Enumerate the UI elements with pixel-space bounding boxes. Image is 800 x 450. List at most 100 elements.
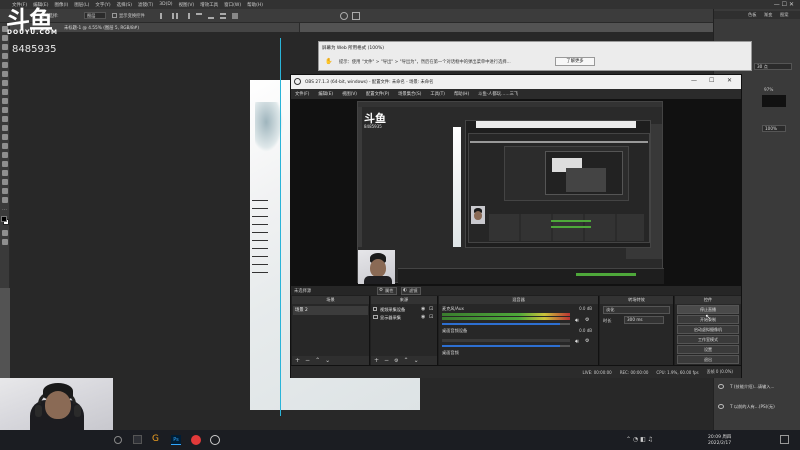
close-icon[interactable]: ✕ [727, 77, 732, 84]
menu-plugins[interactable]: 增效工具 [200, 2, 218, 8]
task-view-icon[interactable] [133, 435, 142, 444]
app-taskbar-icon[interactable] [191, 435, 201, 445]
remove-icon[interactable]: − [305, 357, 310, 364]
distribute-icon[interactable] [220, 13, 226, 19]
visibility-eye-icon[interactable]: ◉ [421, 306, 425, 312]
healing-tool-icon[interactable] [2, 80, 8, 86]
3d-mode-icon[interactable] [340, 12, 348, 20]
eyedropper-tool-icon[interactable] [2, 71, 8, 77]
gradient-tool-icon[interactable] [2, 125, 8, 131]
lock-icon[interactable]: ⊡ [429, 314, 433, 320]
layer-row[interactable]: T (技能介绍)...请输入... [718, 382, 798, 392]
remove-icon[interactable]: − [384, 357, 389, 364]
obs-menu-profile[interactable]: 配置文件(P) [366, 91, 389, 97]
foreground-color-swatch[interactable] [1, 216, 7, 222]
gear-icon[interactable]: ⚙ [585, 338, 589, 344]
add-icon[interactable]: + [374, 357, 379, 364]
more-align-icon[interactable] [232, 13, 238, 19]
obs-menu-help[interactable]: 帮助(H) [454, 91, 469, 97]
move-up-icon[interactable]: ⌃ [404, 357, 409, 364]
shape-tool-icon[interactable] [2, 179, 8, 185]
blur-tool-icon[interactable] [2, 134, 8, 140]
3d-rotate-icon[interactable] [352, 12, 360, 20]
obs-menu-file[interactable]: 文件(F) [295, 91, 309, 97]
color-swatches[interactable] [0, 215, 10, 227]
move-down-icon[interactable]: ⌄ [414, 357, 419, 364]
source-item[interactable]: 显示器采集 ◉ ⊡ [371, 314, 437, 322]
font-size-field[interactable]: 30 点 [754, 63, 792, 70]
obs-menu-edit[interactable]: 编辑(E) [318, 91, 333, 97]
obs-taskbar-icon[interactable] [210, 435, 220, 445]
learn-more-button[interactable]: 了解更多 [555, 57, 595, 66]
menu-window[interactable]: 窗口(W) [224, 2, 241, 8]
dodge-tool-icon[interactable] [2, 143, 8, 149]
filters-button[interactable]: ◐ 滤镜 [401, 287, 421, 295]
tray-icons[interactable]: ⌃ ◔ ◧ ♫ [626, 436, 653, 443]
menu-help[interactable]: 帮助(H) [247, 2, 263, 8]
browser-icon[interactable]: G [152, 434, 159, 444]
volume-slider[interactable] [442, 345, 570, 347]
align-left-icon[interactable] [160, 13, 166, 19]
maximize-icon[interactable]: ☐ [709, 77, 714, 84]
gear-icon[interactable]: ⚙ [585, 317, 589, 323]
swatches-tab[interactable]: 色板 [748, 12, 756, 18]
screen-mode-icon[interactable] [2, 239, 8, 245]
scene-item[interactable]: 场景 2 [293, 306, 368, 315]
layer-row[interactable]: T 以前的人有...(PS)(无) [718, 402, 798, 412]
obs-preview[interactable]: 斗鱼 8485935 [291, 99, 741, 285]
minimize-icon[interactable]: — [691, 77, 697, 84]
visibility-eye-icon[interactable]: ◉ [421, 314, 425, 320]
properties-button[interactable]: ⚙ 属性 [377, 287, 397, 295]
quick-mask-icon[interactable] [2, 230, 8, 236]
align-center-icon[interactable] [172, 13, 178, 19]
window-controls[interactable]: — ☐ ✕ [774, 1, 794, 8]
menu-type[interactable]: 文字(Y) [95, 2, 110, 8]
menu-filter[interactable]: 滤镜(T) [138, 2, 153, 8]
speaker-icon[interactable]: 🔊︎ [575, 317, 579, 325]
exit-button[interactable]: 退出 [677, 355, 739, 364]
align-bottom-icon[interactable] [208, 13, 214, 19]
obs-menu-tools[interactable]: 工具(T) [430, 91, 445, 97]
path-select-icon[interactable] [2, 170, 8, 176]
zoom-tool-icon[interactable] [2, 197, 8, 203]
show-transform-checkbox[interactable] [112, 13, 117, 18]
layer-visibility-icon[interactable] [718, 404, 724, 409]
menu-3d[interactable]: 3D(D) [159, 2, 172, 7]
gear-icon[interactable]: ⚙ [394, 358, 398, 364]
opacity-field[interactable]: 100% [762, 125, 786, 132]
lock-icon[interactable]: ⊡ [429, 306, 433, 312]
search-icon[interactable] [114, 436, 122, 444]
auto-select-dropdown[interactable]: 图层 [84, 12, 106, 19]
menu-view[interactable]: 视图(V) [179, 2, 195, 8]
start-virtual-camera-button[interactable]: 启动虚拟摄像机 [677, 325, 739, 334]
obs-menu-view[interactable]: 视图(V) [342, 91, 357, 97]
add-icon[interactable]: + [295, 357, 300, 364]
transition-type-dropdown[interactable]: 淡化 [603, 306, 670, 314]
menu-select[interactable]: 选择(S) [117, 2, 132, 8]
pen-tool-icon[interactable] [2, 152, 8, 158]
align-right-icon[interactable] [184, 13, 190, 19]
history-brush-icon[interactable] [2, 107, 8, 113]
photoshop-taskbar-icon[interactable]: Ps [171, 435, 181, 445]
patterns-tab[interactable]: 图案 [780, 12, 788, 18]
obs-menu-scene-collection[interactable]: 场景集合(S) [398, 91, 421, 97]
type-tool-icon[interactable] [2, 161, 8, 167]
stamp-tool-icon[interactable] [2, 98, 8, 104]
notifications-icon[interactable] [780, 435, 789, 444]
more-tools-icon[interactable]: … [2, 206, 8, 212]
settings-button[interactable]: 设置 [677, 345, 739, 354]
studio-mode-button[interactable]: 工作室模式 [677, 335, 739, 344]
align-top-icon[interactable] [196, 13, 202, 19]
brush-tool-icon[interactable] [2, 89, 8, 95]
move-up-icon[interactable]: ⌃ [315, 357, 320, 364]
move-down-icon[interactable]: ⌄ [325, 357, 330, 364]
volume-slider[interactable] [442, 323, 570, 325]
source-item[interactable]: 视频采集设备 ◉ ⊡ [371, 306, 437, 314]
duration-field[interactable]: 300 ms [624, 316, 664, 324]
object-select-tool-icon[interactable] [2, 53, 8, 59]
eraser-tool-icon[interactable] [2, 116, 8, 122]
crop-tool-icon[interactable] [2, 62, 8, 68]
layer-visibility-icon[interactable] [718, 384, 724, 389]
speaker-icon[interactable]: 🔊︎ [575, 338, 579, 346]
gradients-tab[interactable]: 渐变 [764, 12, 772, 18]
